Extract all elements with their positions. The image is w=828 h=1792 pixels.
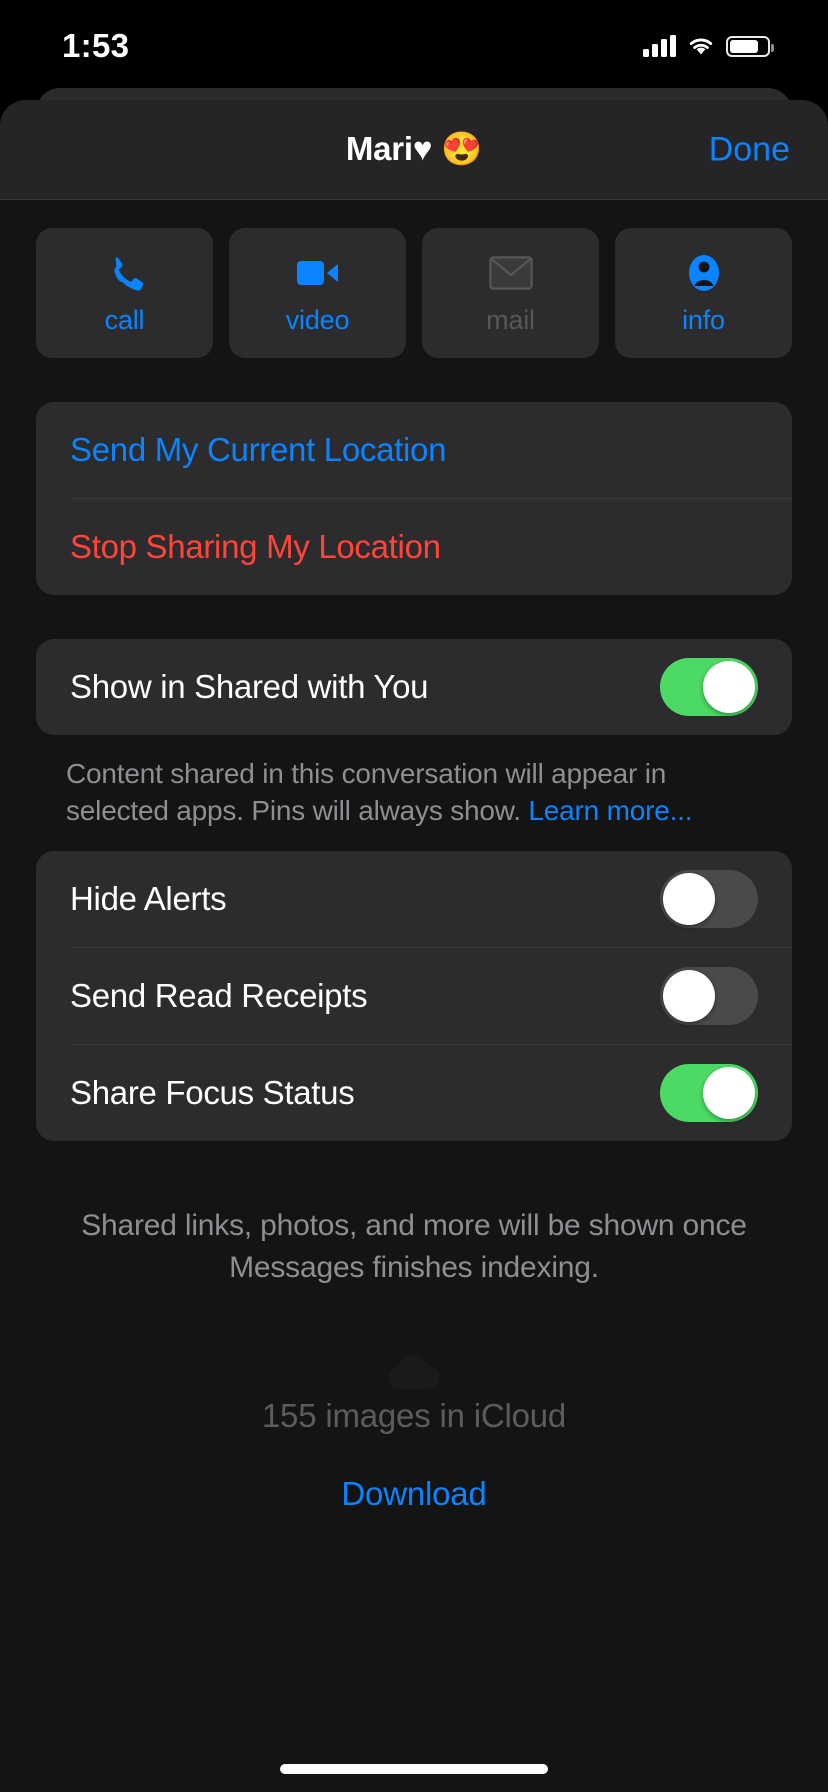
send-read-receipts-row[interactable]: Send Read Receipts: [36, 948, 792, 1044]
show-in-shared-with-you-row[interactable]: Show in Shared with You: [36, 639, 792, 735]
person-circle-icon: [683, 251, 725, 295]
quick-actions-row: call video mail info: [36, 200, 792, 358]
envelope-icon: [488, 251, 533, 295]
hide-alerts-row[interactable]: Hide Alerts: [36, 851, 792, 947]
send-read-receipts-label: Send Read Receipts: [70, 977, 368, 1015]
sheet-nav-bar: Mari♥ 😍 Done: [0, 100, 828, 200]
share-focus-status-label: Share Focus Status: [70, 1074, 355, 1112]
shared-with-you-card: Show in Shared with You: [36, 639, 792, 735]
wifi-icon: [689, 38, 713, 55]
send-read-receipts-toggle[interactable]: [660, 967, 758, 1026]
share-focus-status-row[interactable]: Share Focus Status: [36, 1045, 792, 1141]
status-time: 1:53: [62, 27, 130, 64]
toggle-knob: [703, 1067, 755, 1120]
video-button-label: video: [285, 304, 350, 335]
video-button[interactable]: video: [229, 228, 406, 358]
icloud-image-count: 155 images in iCloud: [261, 1397, 567, 1435]
conversation-settings-card: Hide Alerts Send Read Receipts Share Foc…: [36, 851, 792, 1142]
cellular-bars-icon: [643, 35, 676, 57]
icloud-download-button[interactable]: Download: [36, 1475, 792, 1513]
mail-button: mail: [422, 228, 599, 358]
hide-alerts-toggle[interactable]: [660, 870, 758, 929]
iphone-screen: 1:53 Mari♥ 😍 Done call video mail info S…: [0, 0, 828, 1792]
toggle-knob: [703, 661, 755, 713]
indexing-note: Shared links, photos, and more will be s…: [81, 1209, 747, 1285]
info-button-label: info: [682, 304, 725, 335]
stop-sharing-my-location-label: Stop Sharing My Location: [70, 528, 441, 565]
mail-button-label: mail: [486, 304, 535, 335]
cloud-icon: [388, 1355, 440, 1390]
icloud-block: 155 images in iCloud Download: [36, 1289, 792, 1513]
share-focus-status-toggle[interactable]: [660, 1064, 758, 1123]
location-card: Send My Current Location Stop Sharing My…: [36, 402, 792, 595]
send-my-current-location-row[interactable]: Send My Current Location: [36, 402, 792, 498]
status-bar: 1:53: [0, 0, 828, 88]
stop-sharing-my-location-row[interactable]: Stop Sharing My Location: [36, 499, 792, 595]
contact-name-title: Mari♥ 😍: [345, 130, 483, 167]
sheet-content: call video mail info Send My Current Loc…: [0, 200, 828, 1792]
toggle-knob: [663, 873, 715, 926]
battery-icon: [726, 35, 774, 57]
done-button[interactable]: Done: [709, 130, 790, 169]
home-indicator[interactable]: [280, 1764, 548, 1774]
hide-alerts-label: Hide Alerts: [70, 880, 227, 918]
learn-more-link[interactable]: Learn more...: [528, 795, 692, 826]
send-my-current-location-label: Send My Current Location: [70, 431, 447, 468]
show-in-shared-with-you-toggle[interactable]: [660, 658, 758, 716]
status-indicators: [643, 35, 774, 57]
phone-icon: [104, 251, 146, 295]
call-button[interactable]: call: [36, 228, 213, 358]
info-button[interactable]: info: [615, 228, 792, 358]
call-button-label: call: [104, 304, 145, 335]
show-in-shared-with-you-label: Show in Shared with You: [70, 668, 429, 705]
shared-with-you-footnote: Content shared in this conversation will…: [36, 735, 792, 851]
contact-details-sheet: Mari♥ 😍 Done call video mail info Send M…: [0, 100, 828, 1792]
toggle-knob: [663, 970, 715, 1023]
video-camera-icon: [296, 251, 340, 295]
